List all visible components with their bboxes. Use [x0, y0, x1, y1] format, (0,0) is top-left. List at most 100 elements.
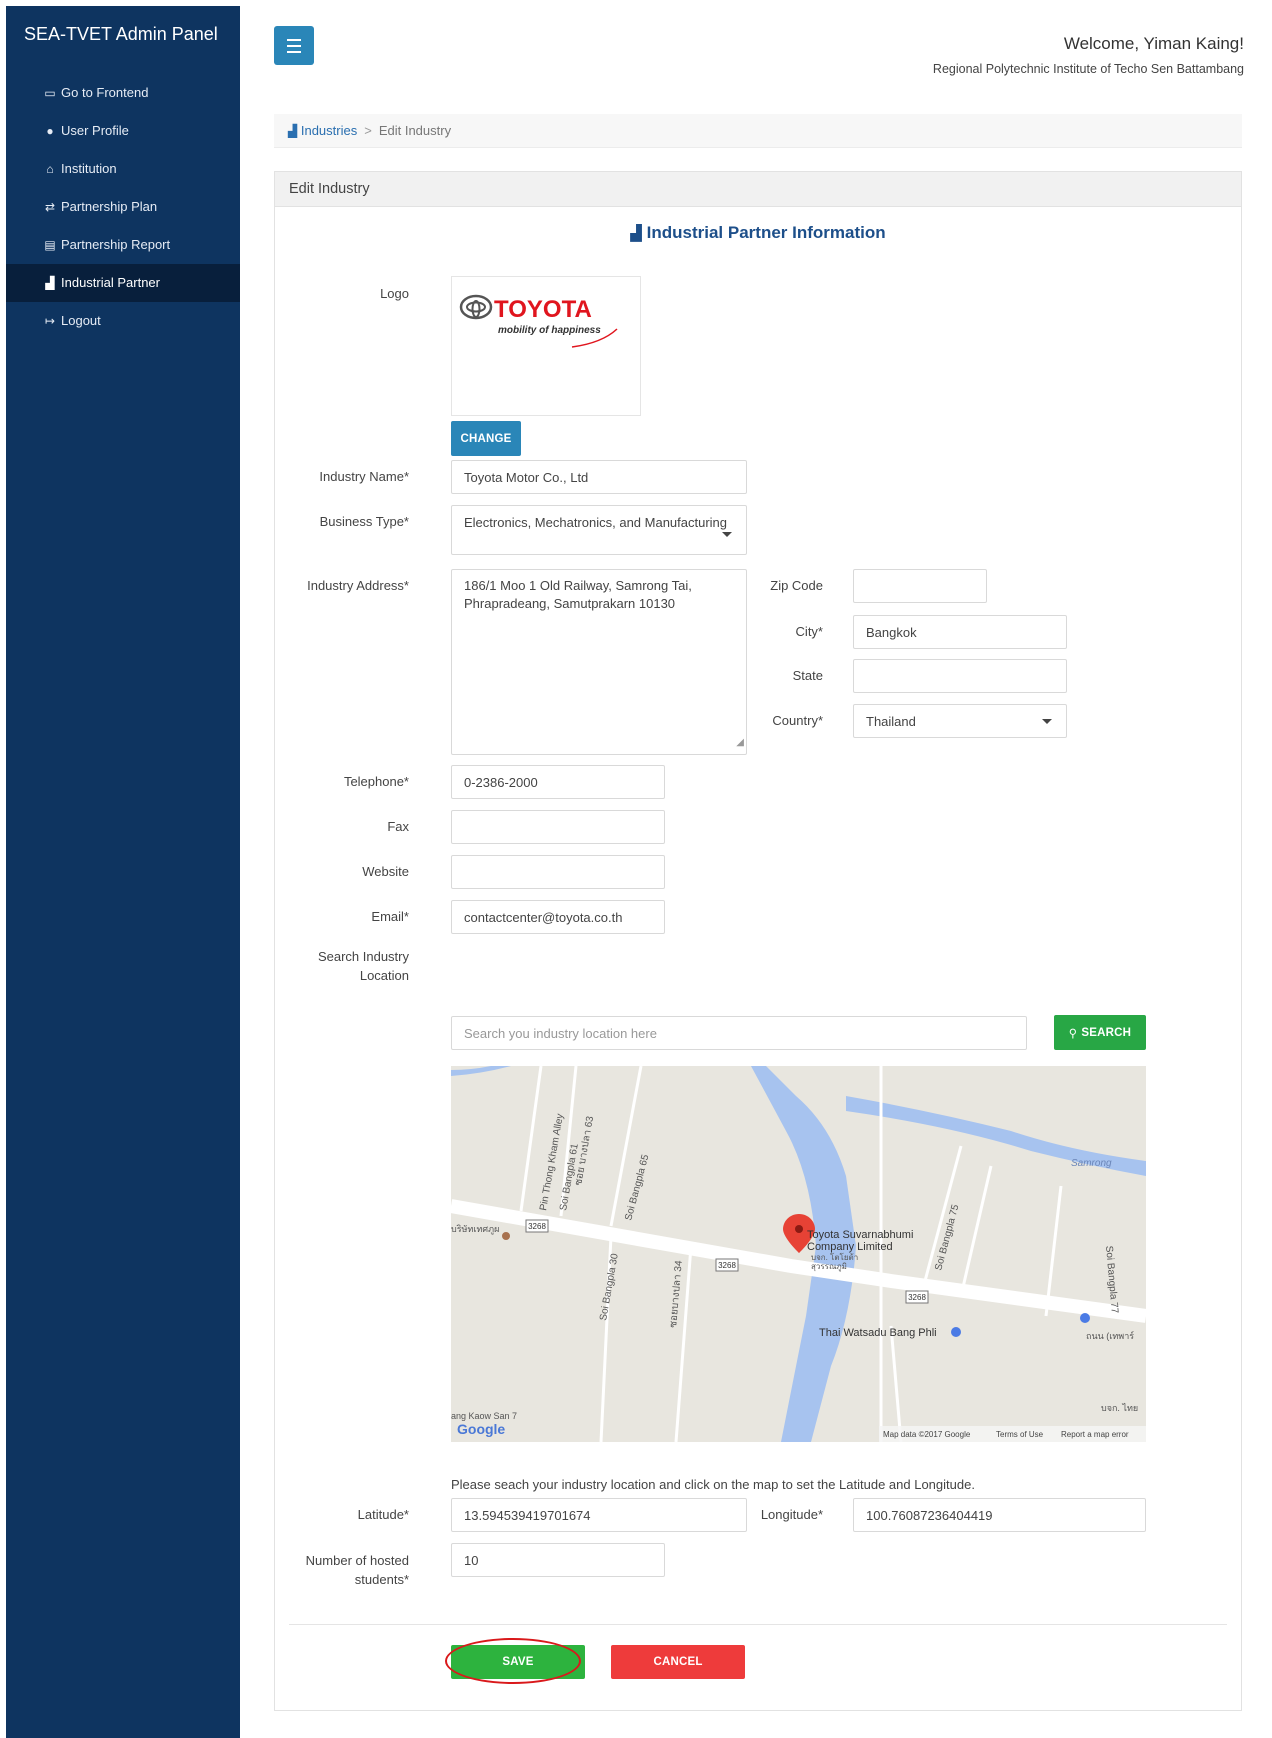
- sidebar-item-label: Industrial Partner: [61, 275, 160, 290]
- user-icon: ●: [46, 124, 54, 138]
- breadcrumb-current: Edit Industry: [378, 123, 452, 138]
- fax-label: Fax: [387, 819, 409, 834]
- panel-title: Edit Industry: [275, 172, 1241, 207]
- industry-name-input[interactable]: Toyota Motor Co., Ltd: [451, 460, 747, 494]
- state-label: State: [792, 668, 823, 683]
- institution-icon: ⌂: [46, 162, 54, 176]
- industry-address-textarea[interactable]: 186/1 Moo 1 Old Railway, Samrong Tai, Ph…: [451, 569, 747, 755]
- breadcrumb-industries-link[interactable]: ▟ Industries: [288, 123, 357, 138]
- sidebar-nav: ▭ Go to Frontend ● User Profile ⌂ Instituti…: [6, 74, 240, 340]
- website-input[interactable]: [451, 855, 665, 889]
- fax-input[interactable]: [451, 810, 665, 844]
- map-water-label: Samrong: [1071, 1158, 1112, 1169]
- sidebar-item-label: Go to Frontend: [61, 85, 149, 100]
- business-type-select[interactable]: Electronics, Mechatronics, and Manufactu…: [451, 505, 747, 555]
- search-location-input[interactable]: Search you industry location here: [451, 1016, 1027, 1050]
- industry-name-label: Industry Name*: [319, 469, 409, 484]
- sidebar-item-label: Partnership Plan: [61, 199, 158, 214]
- latitude-input[interactable]: 13.594539419701674: [451, 1498, 747, 1532]
- breadcrumb-separator: >: [364, 123, 372, 138]
- hosted-students-input[interactable]: 10: [451, 1543, 665, 1577]
- logo-tagline: mobility of happiness: [498, 325, 601, 336]
- search-location-label-line-1: Search Industry: [317, 949, 409, 964]
- location-map[interactable]: 3268 3268 3268 Pin Thong Kham Alley Soi …: [451, 1066, 1146, 1442]
- chevron-down-icon: [1042, 719, 1052, 724]
- logout-icon: ↦: [44, 314, 56, 328]
- industry-icon: ▟: [288, 124, 298, 138]
- country-select[interactable]: Thailand: [853, 704, 1067, 738]
- map-place-label: บจก. โตโยต้า: [811, 1252, 858, 1262]
- highway-shield-3: 3268: [908, 1293, 926, 1302]
- map-place-label: ถนน (เทพาร์: [1086, 1330, 1134, 1341]
- resize-handle-icon[interactable]: ◢: [736, 734, 744, 752]
- map-place-label: บริษัทเทศภูผ: [451, 1224, 499, 1235]
- map-place-label: Toyota Suvarnabhumi: [807, 1229, 913, 1241]
- email-input[interactable]: contactcenter@toyota.co.th: [451, 900, 665, 934]
- city-label: City*: [795, 624, 823, 639]
- search-location-label: Search Industry Location: [275, 947, 409, 985]
- map-place-label: สุวรรณภูมิ: [811, 1262, 847, 1272]
- welcome-text: Welcome, Yiman Kaing!: [1063, 34, 1244, 53]
- business-type-value: Electronics, Mechatronics, and Manufactu…: [464, 515, 728, 530]
- logo-preview: TOYOTA mobility of happiness: [451, 276, 641, 416]
- sidebar-item-user-profile[interactable]: ● User Profile: [6, 112, 240, 150]
- website-label: Website: [362, 864, 409, 879]
- map-canvas[interactable]: 3268 3268 3268 Pin Thong Kham Alley Soi …: [451, 1066, 1146, 1442]
- longitude-label: Longitude*: [760, 1507, 823, 1522]
- sidebar-item-label: Partnership Report: [61, 237, 171, 252]
- sidebar-item-partnership-plan[interactable]: ⇄ Partnership Plan: [6, 188, 240, 226]
- sidebar-item-label: Institution: [61, 161, 117, 176]
- hamburger-icon: [287, 37, 301, 55]
- industry-icon: ▟: [630, 225, 642, 242]
- monitor-icon: ▭: [44, 86, 56, 100]
- google-logo: Google: [457, 1421, 505, 1437]
- hosted-students-label: Number of hosted students*: [275, 1551, 409, 1589]
- industry-icon: ▟: [45, 276, 55, 290]
- search-location-label-line-2: Location: [359, 968, 409, 983]
- map-place-label: บจก. ไทย: [1101, 1403, 1138, 1413]
- business-type-label: Business Type*: [319, 514, 409, 529]
- longitude-input[interactable]: 100.76087236404419: [853, 1498, 1146, 1532]
- change-logo-button[interactable]: CHANGE: [451, 421, 521, 456]
- chevron-down-icon: [722, 532, 732, 537]
- search-button[interactable]: ⚲ SEARCH: [1054, 1015, 1146, 1050]
- sidebar-item-label: User Profile: [61, 123, 129, 138]
- logo-label: Logo: [380, 286, 409, 301]
- toyota-logo-image: TOYOTA mobility of happiness: [459, 294, 618, 348]
- map-footer-report: Report a map error: [1061, 1430, 1129, 1439]
- hosted-students-label-line-1: Number of hosted: [305, 1553, 409, 1568]
- logo-brand-text: TOYOTA: [494, 296, 592, 323]
- institution-name: Regional Polytechnic Institute of Techo …: [932, 62, 1244, 76]
- search-icon: ⚲: [1068, 1027, 1078, 1040]
- sidebar-item-go-to-frontend[interactable]: ▭ Go to Frontend: [6, 74, 240, 112]
- map-place-label: Company Limited: [807, 1241, 893, 1253]
- city-input[interactable]: Bangkok: [853, 615, 1067, 649]
- sidebar-item-logout[interactable]: ↦ Logout: [6, 302, 240, 340]
- telephone-label: Telephone*: [343, 774, 409, 789]
- zip-code-label: Zip Code: [770, 578, 823, 593]
- exchange-icon: ⇄: [44, 200, 56, 214]
- highway-shield-2: 3268: [718, 1261, 736, 1270]
- breadcrumb: ▟ Industries > Edit Industry: [274, 114, 1242, 148]
- report-icon: ▤: [44, 238, 56, 252]
- map-place-label: ang Kaow San 7: [451, 1411, 517, 1421]
- sidebar: SEA-TVET Admin Panel ▭ Go to Frontend ● Us…: [6, 6, 240, 1738]
- country-label: Country*: [772, 713, 823, 728]
- sidebar-item-label: Logout: [61, 313, 101, 328]
- country-value: Thailand: [866, 714, 916, 729]
- zip-code-input[interactable]: [853, 569, 987, 603]
- sidebar-item-institution[interactable]: ⌂ Institution: [6, 150, 240, 188]
- email-label: Email*: [371, 909, 409, 924]
- highway-shield-1: 3268: [528, 1222, 546, 1231]
- telephone-input[interactable]: 0-2386-2000: [451, 765, 665, 799]
- sidebar-item-partnership-report[interactable]: ▤ Partnership Report: [6, 226, 240, 264]
- cancel-button[interactable]: CANCEL: [611, 1645, 745, 1679]
- save-button[interactable]: SAVE: [451, 1645, 585, 1679]
- brand-title: SEA-TVET Admin Panel: [24, 24, 218, 44]
- search-button-label: SEARCH: [1081, 1026, 1132, 1039]
- address-line-2: Phrapradeang, Samutprakarn 10130: [464, 596, 676, 611]
- state-input[interactable]: [853, 659, 1067, 693]
- sidebar-toggle-button[interactable]: [274, 26, 314, 65]
- location-hint: Please seach your industry location and …: [451, 1477, 975, 1492]
- sidebar-item-industrial-partner[interactable]: ▟ Industrial Partner: [6, 264, 240, 302]
